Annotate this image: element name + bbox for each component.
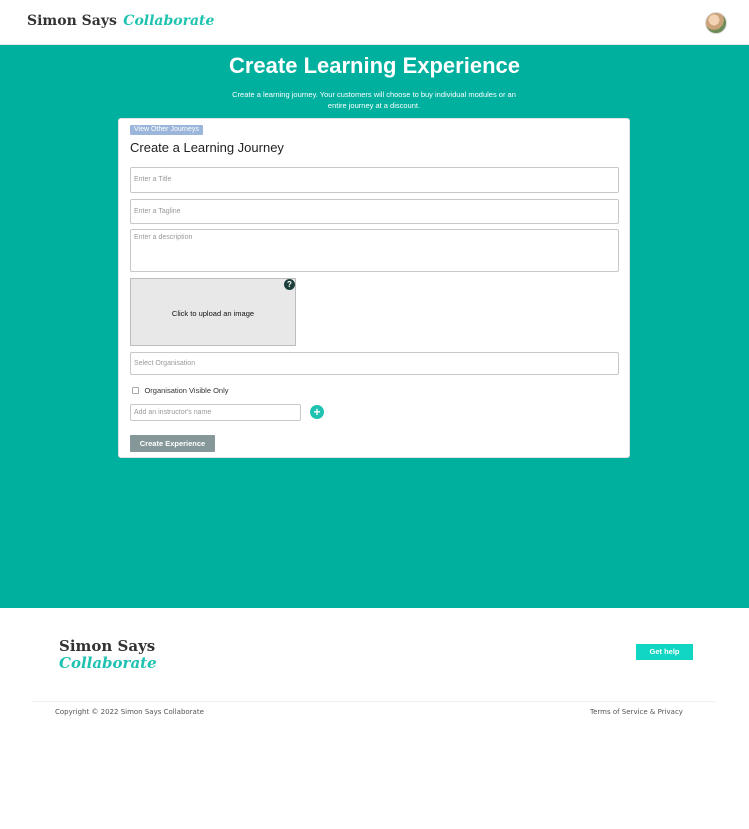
user-avatar[interactable] <box>705 12 727 34</box>
brand-name-primary: Simon Says <box>27 13 117 29</box>
upload-label: Click to upload an image <box>171 309 255 318</box>
page-title: Create Learning Experience <box>228 53 520 78</box>
brand-name-secondary: Collaborate <box>123 13 215 29</box>
footer-brand-primary: Simon Says <box>59 637 156 655</box>
footer-brand-logo[interactable]: Simon Says Collaborate <box>59 638 157 672</box>
image-upload-area[interactable]: Click to upload an image <box>130 278 296 346</box>
top-navbar: Simon Says Collaborate <box>0 0 749 45</box>
help-icon[interactable]: ? <box>284 279 295 290</box>
tagline-placeholder: Enter a Tagline <box>134 208 181 215</box>
create-experience-button[interactable]: Create Experience <box>130 435 215 452</box>
journey-form-card: View Other Journeys Create a Learning Jo… <box>118 118 630 458</box>
add-instructor-icon[interactable]: + <box>310 405 324 419</box>
organisation-select[interactable]: Select Organisation <box>130 352 619 375</box>
organisation-placeholder: Select Organisation <box>134 360 196 367</box>
description-placeholder: Enter a description <box>134 234 193 241</box>
title-placeholder: Enter a Title <box>134 176 172 183</box>
organisation-visible-checkbox[interactable] <box>132 387 139 395</box>
footer-brand-secondary: Collaborate <box>59 654 157 672</box>
description-textarea[interactable]: Enter a description <box>130 229 619 272</box>
tagline-input[interactable]: Enter a Tagline <box>130 199 619 224</box>
terms-link[interactable]: Terms of Service & Privacy <box>590 708 683 716</box>
organisation-visibility-row: Organisation Visible Only <box>132 382 229 395</box>
instructor-name-input[interactable]: Add an instructor's name <box>130 404 301 421</box>
footer-divider <box>31 701 715 702</box>
form-title: Create a Learning Journey <box>130 140 284 155</box>
title-input[interactable]: Enter a Title <box>130 167 619 193</box>
copyright-text: Copyright © 2022 Simon Says Collaborate <box>55 708 204 716</box>
organisation-visible-label[interactable]: Organisation Visible Only <box>144 386 228 395</box>
view-other-journeys-button[interactable]: View Other Journeys <box>130 125 203 135</box>
get-help-button[interactable]: Get help <box>636 644 693 660</box>
brand-logo[interactable]: Simon Says Collaborate <box>27 13 214 29</box>
page-subtitle: Create a learning journey. Your customer… <box>232 90 516 110</box>
instructor-placeholder: Add an instructor's name <box>134 409 212 416</box>
